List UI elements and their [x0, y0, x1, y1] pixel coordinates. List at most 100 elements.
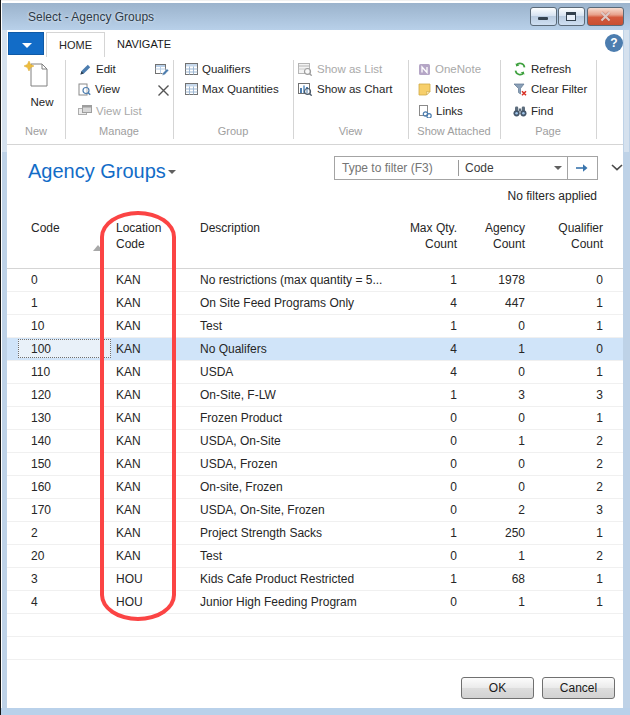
show-as-list-button-label: Show as List	[317, 63, 382, 75]
cell-agency-count: 0	[518, 453, 525, 475]
view-list-button[interactable]: View List	[78, 103, 142, 119]
column-header-agency-line2[interactable]: Count	[493, 238, 525, 251]
minimize-icon	[538, 17, 548, 20]
cell-max-qty-count: 0	[450, 476, 457, 498]
empty-row	[7, 614, 623, 637]
window-border-left	[2, 30, 7, 152]
show-as-chart-button[interactable]: Show as Chart	[298, 81, 392, 97]
cell-description: Project Strength Sacks	[200, 522, 322, 544]
clear-filter-button-label: Clear Filter	[531, 83, 587, 95]
cell-qualifier-count: 1	[596, 568, 603, 590]
cell-description: USDA, Frozen	[200, 453, 277, 475]
cancel-button[interactable]: Cancel	[542, 677, 615, 699]
expand-chevron-icon[interactable]	[611, 164, 623, 171]
window: Select - Agency Groups HOME NAVIGATE ? N…	[0, 0, 630, 715]
cell-agency-count: 2	[518, 499, 525, 521]
show-as-chart-icon	[298, 83, 313, 96]
page-title-caret-icon[interactable]	[168, 170, 176, 174]
cell-max-qty-count: 0	[450, 407, 457, 429]
notes-button[interactable]: Notes	[418, 81, 465, 97]
application-menu-button[interactable]	[8, 32, 44, 55]
cell-code: 0	[31, 269, 38, 291]
find-button[interactable]: Find	[513, 103, 553, 119]
application-menu-caret-icon	[22, 43, 32, 48]
column-header-agency-line1[interactable]: Agency	[485, 222, 525, 235]
filter-box: Type to filter (F3) Code	[334, 156, 598, 180]
qualifiers-button[interactable]: Qualifiers	[185, 61, 251, 77]
cell-agency-count: 0	[518, 315, 525, 337]
cell-qualifier-count: 0	[596, 338, 603, 360]
column-header-max-qty-line1[interactable]: Max Qty.	[410, 222, 457, 235]
show-as-list-button[interactable]: Show as List	[298, 61, 382, 77]
view-list-button-label: View List	[96, 105, 142, 117]
cell-agency-count: 1978	[498, 269, 525, 291]
onenote-icon	[418, 63, 431, 76]
ok-button[interactable]: OK	[461, 677, 534, 699]
cell-agency-count: 1	[518, 338, 525, 360]
filter-input[interactable]: Type to filter (F3)	[342, 160, 433, 176]
maximize-button[interactable]	[558, 7, 585, 26]
close-button[interactable]	[587, 7, 624, 26]
new-document-icon	[22, 60, 50, 90]
cell-description: No restrictions (max quantity = 5...	[200, 269, 382, 291]
new-button[interactable]	[22, 60, 50, 90]
column-header-qualifier-line1[interactable]: Qualifier	[558, 222, 603, 235]
cell-code: 120	[31, 384, 51, 406]
filter-separator-2	[567, 157, 568, 179]
cell-max-qty-count: 0	[450, 430, 457, 452]
view-button[interactable]: View	[78, 81, 120, 97]
apply-filter-icon[interactable]	[575, 163, 589, 173]
maximize-icon	[566, 12, 576, 21]
cell-description: Test	[200, 315, 222, 337]
cell-code: 3	[31, 568, 38, 590]
column-header-max-qty-line2[interactable]: Count	[425, 238, 457, 251]
max-quantities-button[interactable]: Max Quantities	[185, 81, 279, 97]
cell-qualifier-count: 0	[596, 269, 603, 291]
onenote-button[interactable]: OneNote	[418, 61, 481, 77]
column-header-qualifier-line2[interactable]: Count	[571, 238, 603, 251]
minimize-button[interactable]	[530, 7, 557, 26]
filter-field-caret-icon[interactable]	[554, 166, 562, 170]
cell-description: Kids Cafe Product Restricted	[200, 568, 354, 590]
clear-filter-button[interactable]: Clear Filter	[513, 81, 587, 97]
find-icon	[513, 105, 527, 117]
ribbon: New New Edit View View List Manage	[7, 57, 623, 145]
cell-agency-count: 1	[518, 545, 525, 567]
max-quantities-button-label: Max Quantities	[202, 83, 279, 95]
ribbon-group-label-group: Group	[173, 125, 293, 138]
cell-qualifier-count: 1	[596, 361, 603, 383]
column-header-description[interactable]: Description	[200, 222, 260, 235]
help-button[interactable]: ?	[605, 34, 623, 52]
clear-filter-icon	[513, 83, 527, 96]
edit-list-button[interactable]	[155, 61, 169, 77]
column-header-code[interactable]: Code	[31, 222, 60, 235]
cell-description: USDA, On-Site, Frozen	[200, 499, 325, 521]
ribbon-group-label-manage: Manage	[65, 125, 173, 138]
table-icon	[185, 83, 198, 95]
filter-field-selector[interactable]: Code	[465, 160, 494, 176]
links-icon	[418, 105, 432, 118]
filter-separator	[458, 160, 459, 176]
delete-button[interactable]	[157, 82, 170, 98]
refresh-button[interactable]: Refresh	[513, 61, 571, 77]
new-button-label[interactable]: New	[13, 96, 71, 108]
tab-home[interactable]: HOME	[46, 32, 105, 57]
window-border-bottom	[1, 708, 630, 715]
cell-description: USDA, On-Site	[200, 430, 281, 452]
edit-button[interactable]: Edit	[79, 61, 116, 77]
show-as-list-icon	[298, 63, 313, 76]
ribbon-group-label-show-attached: Show Attached	[408, 125, 500, 138]
cell-qualifier-count: 1	[596, 292, 603, 314]
notes-icon	[418, 83, 431, 96]
cell-agency-count: 0	[518, 407, 525, 429]
links-button[interactable]: Links	[418, 103, 463, 119]
table-icon	[185, 63, 198, 75]
cell-description: USDA	[200, 361, 233, 383]
cell-agency-count: 1	[518, 591, 525, 613]
tab-navigate[interactable]: NAVIGATE	[117, 32, 187, 57]
cell-description: Junior High Feeding Program	[200, 591, 357, 613]
refresh-button-label: Refresh	[531, 63, 571, 75]
qualifiers-button-label: Qualifiers	[202, 63, 251, 75]
close-icon	[600, 11, 611, 22]
page-title[interactable]: Agency Groups	[28, 158, 166, 184]
